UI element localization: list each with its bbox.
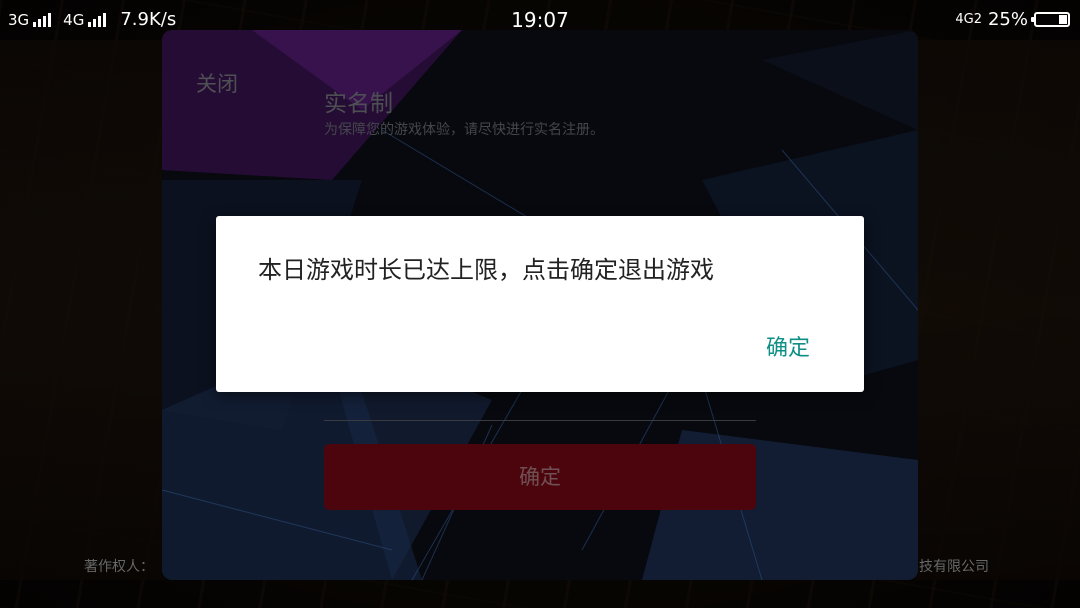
- status-bar: 3G 4G 7.9K/s 19:07 4G2 25%: [0, 0, 1080, 40]
- network-4g2-icon: 4G2: [955, 11, 982, 27]
- clock: 19:07: [511, 8, 569, 32]
- dialog-message: 本日游戏时长已达上限，点击确定退出游戏: [258, 256, 714, 284]
- dialog-confirm-button[interactable]: 确定: [766, 330, 810, 362]
- status-right: 4G2 25%: [955, 9, 1070, 30]
- battery-percent: 25%: [987, 9, 1028, 30]
- time-limit-dialog: 本日游戏时长已达上限，点击确定退出游戏 确定: [216, 216, 864, 392]
- battery-icon: [1031, 12, 1070, 27]
- game-screen: 著作权人： 技有限公司 关闭 实名制 为保障您的游戏体验，请尽快进行实名注册。 …: [0, 0, 1080, 608]
